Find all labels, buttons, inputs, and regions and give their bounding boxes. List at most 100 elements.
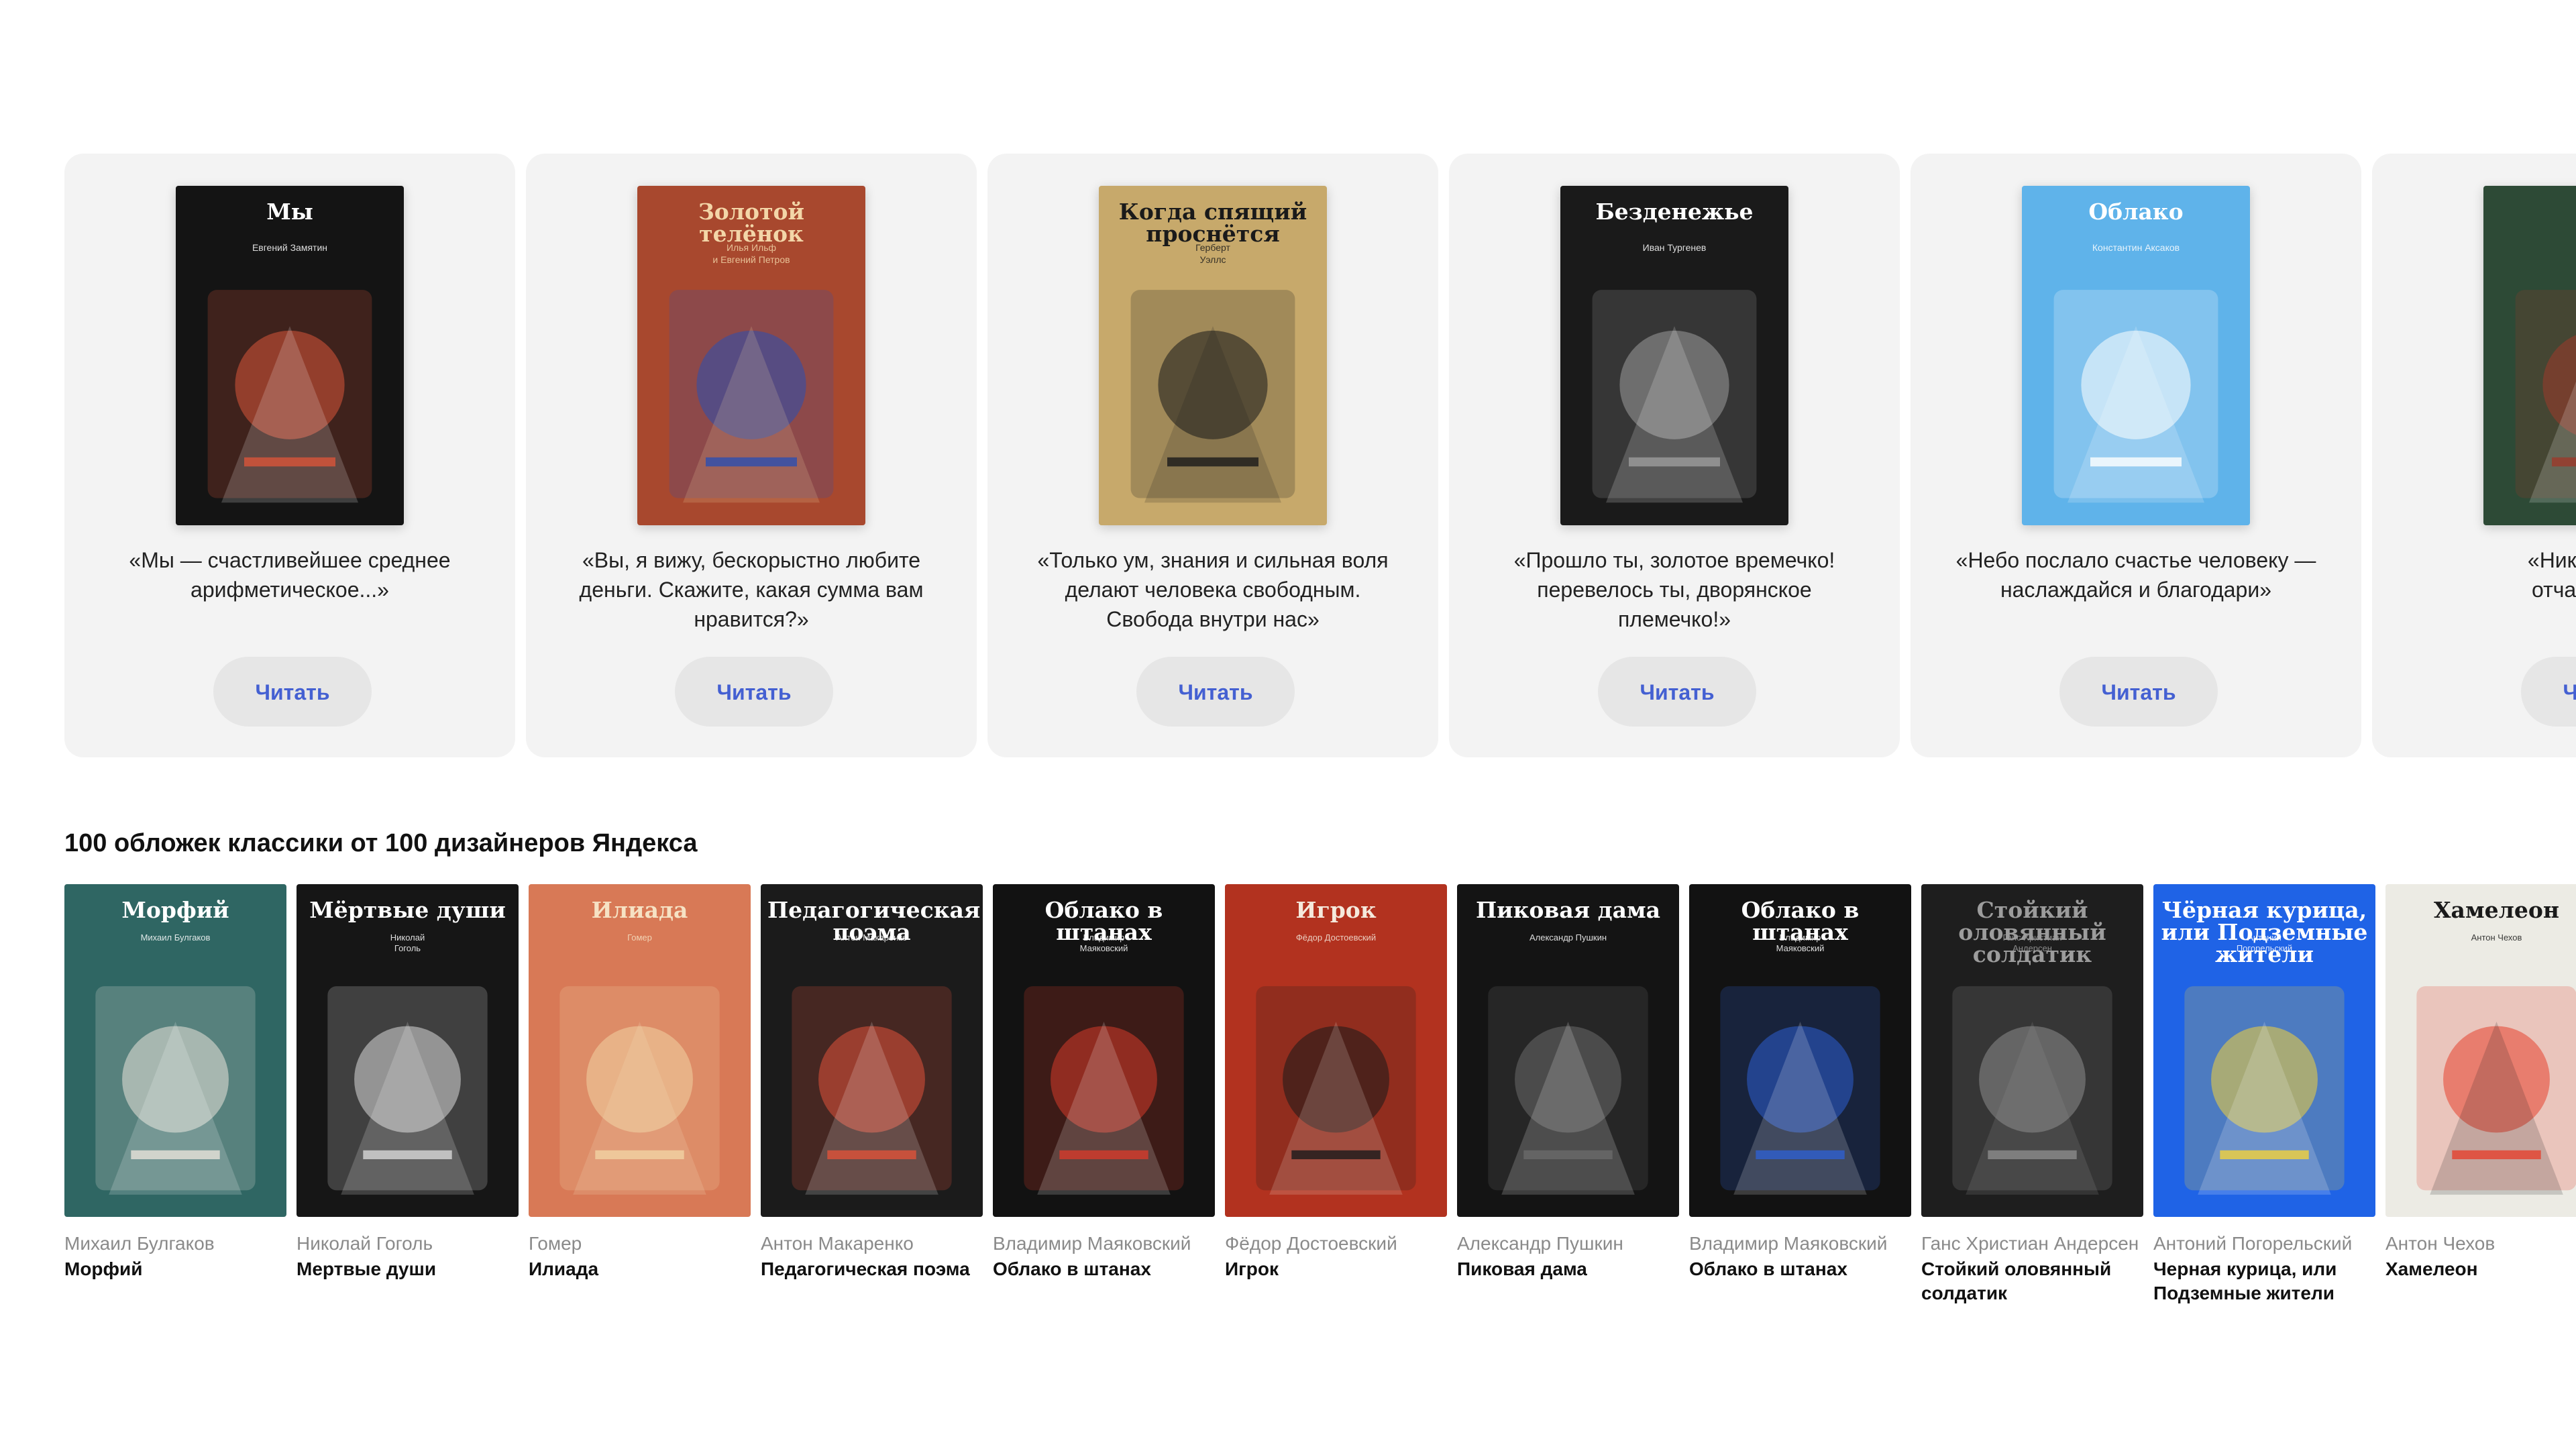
read-button[interactable]: Читать <box>1136 657 1295 727</box>
cover-art <box>1592 290 1757 503</box>
cover-author: Антоний Погорельский <box>2236 932 2293 954</box>
book-cover[interactable]: Стойкий оловянный солдатик Ганс Христиан… <box>1921 884 2143 1217</box>
cover-title: Илиада <box>591 897 688 923</box>
cover-author: Владимир Маяковский <box>1776 932 1825 954</box>
cover-art-bar <box>1291 1150 1381 1160</box>
quote-card: Облако Константин Аксаков «Небо послало … <box>1911 154 2361 757</box>
cover-art-bar <box>2090 457 2182 467</box>
read-button[interactable]: Читать <box>1598 657 1756 727</box>
book-title[interactable]: Мертвые души <box>297 1257 519 1281</box>
cover-art-bar <box>2552 457 2576 467</box>
book-cover[interactable]: Когда спящий проснётся Герберт Уэллс <box>1099 186 1327 525</box>
book-item[interactable]: Мёртвые души Николай Гоголь Николай Гого… <box>297 884 519 1281</box>
book-cover[interactable]: Облако в штанах Владимир Маяковский <box>993 884 1215 1217</box>
book-cover[interactable]: Мы Евгений Замятин <box>176 186 404 525</box>
cover-title: Безденежье <box>1595 199 1754 225</box>
book-item[interactable]: Игрок Фёдор Достоевский Фёдор Достоевски… <box>1225 884 1447 1281</box>
book-cover[interactable]: Чёрная курица, или Подземные жители Анто… <box>2153 884 2375 1217</box>
cover-title: Игрок <box>1295 897 1377 923</box>
book-cover[interactable]: Игрок Фёдор Достоевский <box>1225 884 1447 1217</box>
cover-art <box>2053 290 2218 503</box>
cover-art-bar <box>1059 1150 1148 1160</box>
read-button[interactable]: Читать <box>2059 657 2218 727</box>
cover-title: Морфий <box>121 897 229 923</box>
book-title[interactable]: Педагогическая поэма <box>761 1257 983 1281</box>
cover-author: Ив <box>2490 242 2576 254</box>
book-cover[interactable]: Хамелеон Антон Чехов <box>2385 884 2576 1217</box>
cover-title: Когда спящий проснётся <box>1118 199 1307 247</box>
book-cover[interactable]: Облако в штанах Владимир Маяковский <box>1689 884 1911 1217</box>
book-item[interactable]: Педагогическая поэма Антон Макаренко Ант… <box>761 884 983 1281</box>
cover-art <box>2515 290 2576 503</box>
quote-card: Когда спящий проснётся Герберт Уэллс «То… <box>987 154 1438 757</box>
cover-art-bar <box>1523 1150 1613 1160</box>
book-author: Александр Пушкин <box>1457 1233 1623 1254</box>
quote-text: «Небо послало счастье человеку — наслажд… <box>1955 548 2316 602</box>
book-cover[interactable]: Илиада Гомер <box>529 884 751 1217</box>
book-author: Ганс Христиан Андерсен <box>1921 1233 2139 1254</box>
book-cover[interactable]: Педагогическая поэма Антон Макаренко <box>761 884 983 1217</box>
quote-text: «Никогда не п отчаянию: пе б <box>2527 548 2576 602</box>
book-author: Михаил Булгаков <box>64 1233 215 1254</box>
cover-author: Михаил Булгаков <box>140 932 211 943</box>
book-cover[interactable]: Мёртвые души Николай Гоголь <box>297 884 519 1217</box>
book-cover[interactable]: Об Ив <box>2483 186 2576 525</box>
book-author: Владимир Маяковский <box>993 1233 1191 1254</box>
cover-title: Золотой телёнок <box>698 199 805 247</box>
book-cover[interactable]: Морфий Михаил Булгаков <box>64 884 286 1217</box>
read-button[interactable]: Читать <box>675 657 833 727</box>
cover-title: Мы <box>266 199 313 225</box>
cover-art-bar <box>827 1150 916 1160</box>
book-title[interactable]: Морфий <box>64 1257 286 1281</box>
book-item[interactable]: Облако в штанах Владимир Маяковский Влад… <box>1689 884 1911 1281</box>
book-grid: Морфий Михаил Булгаков Михаил Булгаков М… <box>0 884 2576 1354</box>
book-cover[interactable]: Безденежье Иван Тургенев <box>1560 186 1788 525</box>
book-title[interactable]: Стойкий оловянный солдатик <box>1921 1257 2143 1305</box>
cover-author: Герберт Уэллс <box>1195 242 1230 265</box>
read-button[interactable]: Читать <box>2521 657 2576 727</box>
cover-author: Владимир Маяковский <box>1079 932 1128 954</box>
cover-art-bar <box>1756 1150 1845 1160</box>
cover-author: Константин Аксаков <box>2092 242 2180 253</box>
cover-title: Об <box>2490 201 2576 223</box>
book-author: Николай Гоголь <box>297 1233 433 1254</box>
quote-text: «Вы, я вижу, бескорыстно любите деньги. … <box>579 548 924 631</box>
cover-author: Александр Пушкин <box>1529 932 1607 943</box>
read-button[interactable]: Читать <box>213 657 372 727</box>
quote-card: Золотой телёнок Илья Ильф и Евгений Петр… <box>526 154 977 757</box>
book-title[interactable]: Илиада <box>529 1257 751 1281</box>
book-item[interactable]: Чёрная курица, или Подземные жители Анто… <box>2153 884 2375 1305</box>
cover-author: Антон Чехов <box>2471 932 2522 943</box>
cover-author: Евгений Замятин <box>252 242 328 253</box>
book-author: Антоний Погорельский <box>2153 1233 2353 1254</box>
book-title[interactable]: Пиковая дама <box>1457 1257 1679 1281</box>
book-author: Антон Макаренко <box>761 1233 914 1254</box>
book-title[interactable]: Облако в штанах <box>993 1257 1215 1281</box>
book-item[interactable]: Морфий Михаил Булгаков Михаил Булгаков М… <box>64 884 286 1281</box>
quote-card: Об Ив «Никогда не п отчаянию: пе б Читат… <box>2372 154 2576 757</box>
book-title[interactable]: Черная курица, или Подземные жители <box>2153 1257 2375 1305</box>
book-item[interactable]: Хамелеон Антон Чехов Антон Чехов Хамелео… <box>2385 884 2576 1281</box>
quote-text: «Прошло ты, золотое времечко! перевелось… <box>1513 548 1835 631</box>
cover-title: Хамелеон <box>2433 897 2560 923</box>
book-cover[interactable]: Облако Константин Аксаков <box>2022 186 2250 525</box>
cover-art-bar <box>2220 1150 2309 1160</box>
book-item[interactable]: Илиада Гомер Гомер Илиада <box>529 884 751 1281</box>
cover-author: Фёдор Достоевский <box>1295 932 1377 943</box>
cover-title: Пиковая дама <box>1475 897 1661 923</box>
book-item[interactable]: Пиковая дама Александр Пушкин Александр … <box>1457 884 1679 1281</box>
book-title[interactable]: Облако в штанах <box>1689 1257 1911 1281</box>
cover-art-bar <box>1629 457 1720 467</box>
book-item[interactable]: Облако в штанах Владимир Маяковский Влад… <box>993 884 1215 1281</box>
section-title: 100 обложек классики от 100 дизайнеров Я… <box>64 829 698 857</box>
book-cover[interactable]: Пиковая дама Александр Пушкин <box>1457 884 1679 1217</box>
quote-card: Мы Евгений Замятин «Мы — счастливейшее с… <box>64 154 515 757</box>
book-item[interactable]: Стойкий оловянный солдатик Ганс Христиан… <box>1921 884 2143 1305</box>
cover-art-bar <box>363 1150 452 1160</box>
book-author: Фёдор Достоевский <box>1225 1233 1397 1254</box>
cover-author: Илья Ильф и Евгений Петров <box>712 242 790 265</box>
book-title[interactable]: Игрок <box>1225 1257 1447 1281</box>
book-title[interactable]: Хамелеон <box>2385 1257 2576 1281</box>
quote-carousel[interactable]: Мы Евгений Замятин «Мы — счастливейшее с… <box>0 0 2576 771</box>
book-cover[interactable]: Золотой телёнок Илья Ильф и Евгений Петр… <box>637 186 865 525</box>
